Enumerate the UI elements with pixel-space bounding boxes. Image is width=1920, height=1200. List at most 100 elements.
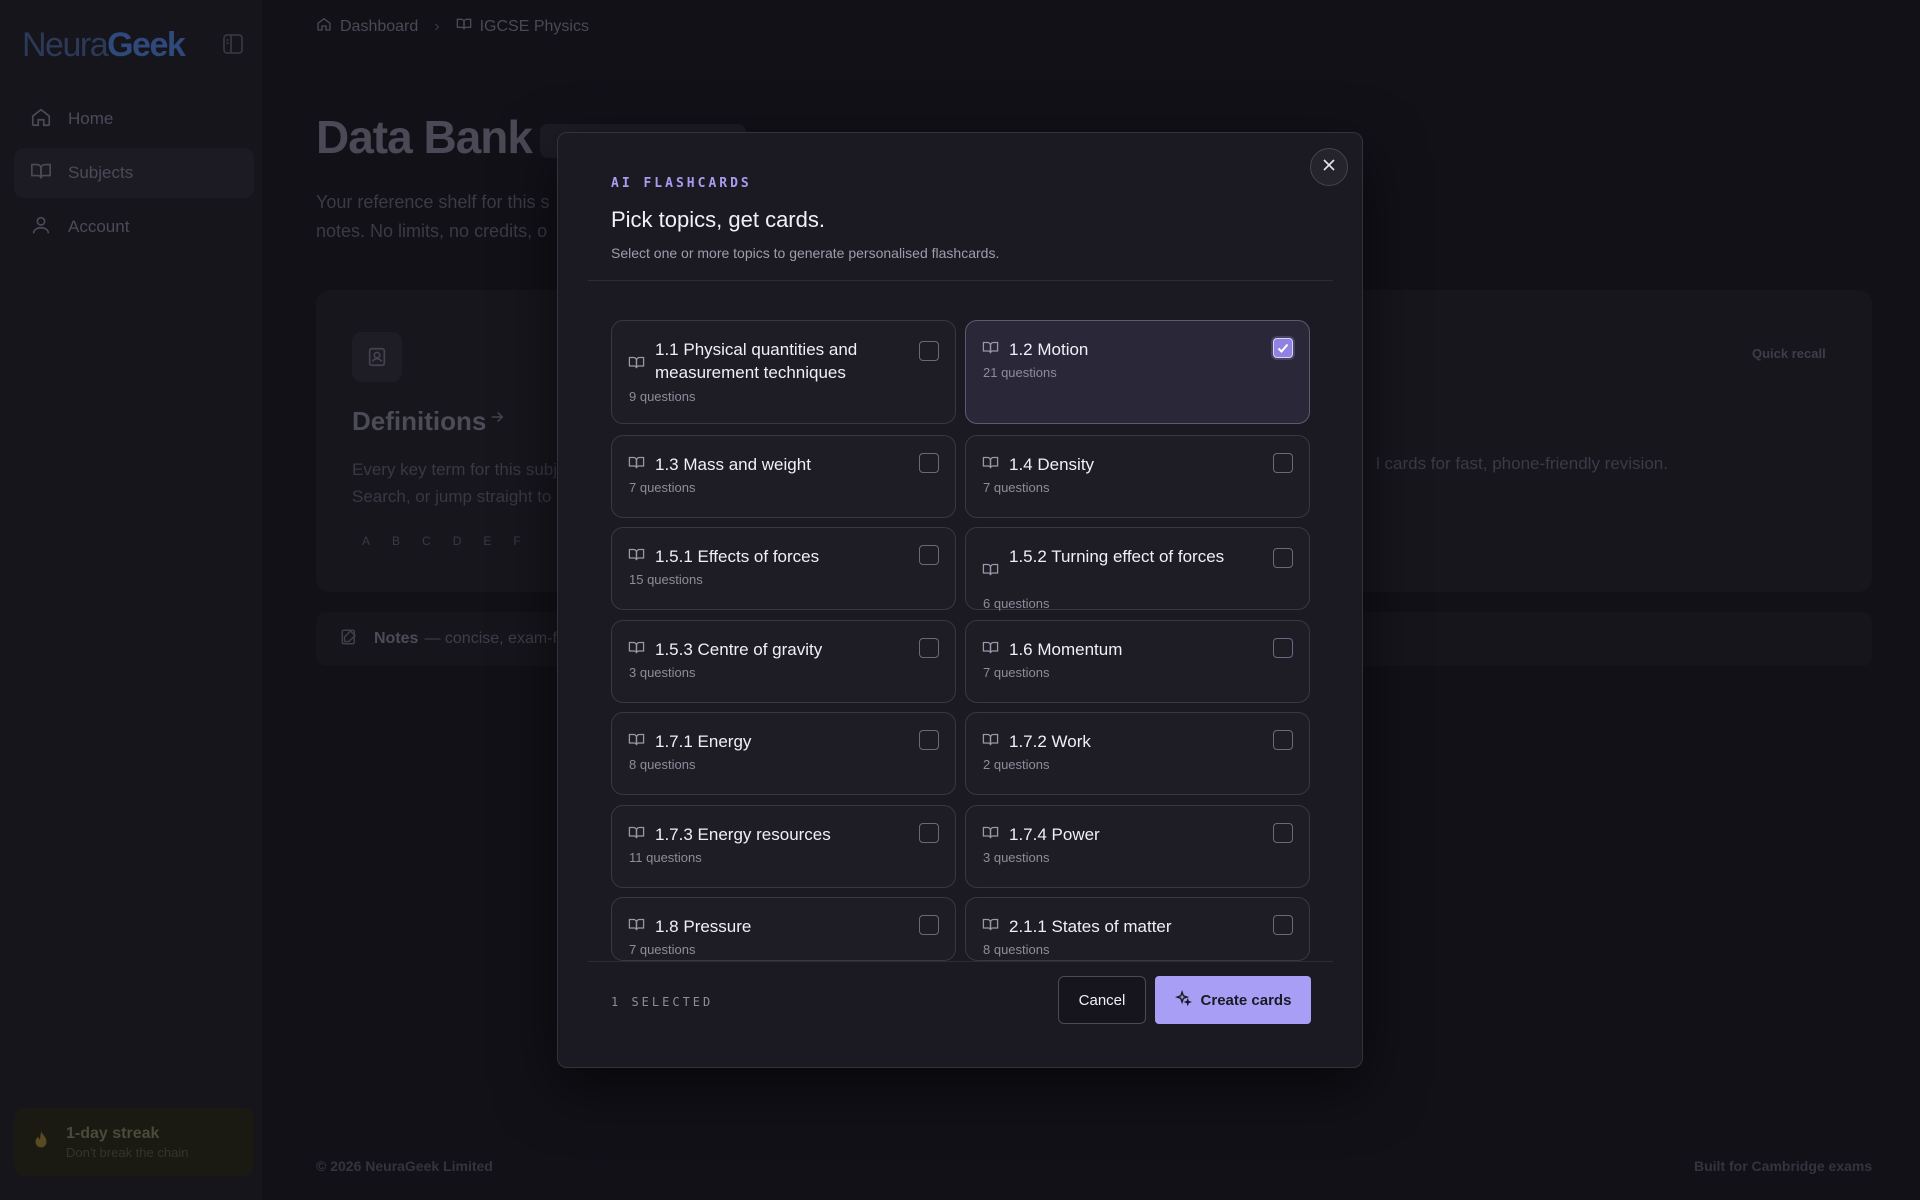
topic-card[interactable]: 2.1.1 States of matter 8 questions (965, 897, 1310, 961)
book-icon (628, 354, 645, 376)
create-cards-button[interactable]: Create cards (1155, 976, 1311, 1024)
home-icon (316, 16, 340, 37)
topic-card[interactable]: 1.7.2 Work 2 questions (965, 712, 1310, 795)
quick-recall-badge: Quick recall (1752, 346, 1826, 361)
definitions-text: Every key term for this subj Search, or … (352, 460, 558, 506)
topic-question-count: 21 questions (983, 365, 1057, 380)
topic-checkbox[interactable] (1273, 453, 1293, 473)
book-icon (628, 916, 645, 938)
sidebar-item-label: Account (68, 217, 130, 236)
topic-card[interactable]: 1.7.4 Power 3 questions (965, 805, 1310, 888)
topic-name: 1.5.1 Effects of forces (655, 547, 820, 566)
topic-name: 1.5.3 Centre of gravity (655, 640, 823, 659)
topic-card[interactable]: 1.5.3 Centre of gravity 3 questions (611, 620, 956, 703)
topic-checkbox[interactable] (1273, 338, 1293, 358)
topic-checkbox[interactable] (1273, 548, 1293, 568)
topic-question-count: 3 questions (983, 850, 1050, 865)
sidebar-item-home[interactable]: Home (14, 94, 254, 144)
topic-checkbox[interactable] (1273, 638, 1293, 658)
sidebar-nav: Home Subjects Account (14, 94, 254, 256)
topic-checkbox[interactable] (919, 545, 939, 565)
sidebar-item-subjects[interactable]: Subjects (14, 148, 254, 198)
book-icon (982, 639, 999, 661)
topic-name: 1.8 Pressure (655, 917, 752, 936)
divider (588, 280, 1333, 281)
book-icon (982, 916, 999, 938)
topic-checkbox[interactable] (1273, 915, 1293, 935)
book-icon (982, 454, 999, 476)
alphabet-index: A B C D E F (362, 534, 521, 548)
topic-checkbox[interactable] (919, 823, 939, 843)
logo-part-geek: Geek (107, 26, 186, 64)
sidebar-item-label: Home (68, 109, 114, 128)
topic-card[interactable]: 1.7.1 Energy 8 questions (611, 712, 956, 795)
alphabet-letter[interactable]: F (513, 534, 520, 548)
topic-name: 1.5.2 Turning effect of forces (1009, 547, 1225, 566)
alphabet-letter[interactable]: E (483, 534, 491, 548)
topic-name: 1.7.4 Power (1009, 825, 1100, 844)
sidebar-item-label: Subjects (68, 163, 134, 182)
sidebar-collapse-icon[interactable] (222, 33, 244, 55)
page-description: Your reference shelf for this s notes. N… (316, 192, 550, 241)
topic-card[interactable]: 1.8 Pressure 7 questions (611, 897, 956, 961)
modal-title: Pick topics, get cards. (611, 207, 825, 232)
notes-text: — concise, exam-fo (424, 630, 566, 647)
topic-card[interactable]: 1.3 Mass and weight 7 questions (611, 435, 956, 518)
definitions-title: Definitions (352, 406, 487, 436)
book-icon (628, 639, 645, 661)
topic-card[interactable]: 1.7.3 Energy resources 11 questions (611, 805, 956, 888)
book-icon (628, 731, 645, 753)
topic-question-count: 8 questions (983, 942, 1050, 957)
edit-icon (340, 628, 358, 651)
check-icon (1276, 341, 1290, 355)
notes-label: Notes (374, 630, 419, 647)
sidebar-item-account[interactable]: Account (14, 202, 254, 252)
user-icon (30, 214, 68, 241)
topic-checkbox[interactable] (1273, 823, 1293, 843)
book-icon (456, 16, 480, 37)
topic-question-count: 11 questions (629, 850, 702, 865)
book-icon (982, 561, 999, 583)
book-icon (982, 339, 999, 361)
sidebar: NeuraGeek Home Subjects Account 1-day st… (0, 0, 262, 1200)
alphabet-letter[interactable]: B (392, 534, 400, 548)
topic-card[interactable]: 1.5.2 Turning effect of forces 6 question… (965, 527, 1310, 611)
quick-recall-text: l cards for fast, phone-friendly revisio… (1376, 454, 1668, 473)
topic-card[interactable]: 1.6 Momentum 7 questions (965, 620, 1310, 703)
close-icon (1322, 158, 1336, 177)
alphabet-letter[interactable]: A (362, 534, 370, 548)
topic-question-count: 7 questions (629, 480, 696, 495)
close-button[interactable] (1310, 148, 1348, 186)
breadcrumb: Dashboard › IGCSE Physics (316, 16, 589, 37)
topic-question-count: 15 questions (629, 572, 703, 587)
topic-checkbox[interactable] (919, 638, 939, 658)
topic-question-count: 7 questions (983, 665, 1050, 680)
book-icon (982, 731, 999, 753)
selected-count: 1 SELECTED (611, 995, 714, 1009)
modal-subtitle: Select one or more topics to generate pe… (611, 245, 1000, 261)
book-icon (628, 824, 645, 846)
topic-checkbox[interactable] (1273, 730, 1293, 750)
topic-card[interactable]: 1.1 Physical quantities and measurement … (611, 320, 956, 424)
topic-name: 1.7.3 Energy resources (655, 825, 831, 844)
topic-checkbox[interactable] (919, 453, 939, 473)
topic-checkbox[interactable] (919, 730, 939, 750)
topic-card[interactable]: 1.2 Motion 21 questions (965, 320, 1310, 424)
alphabet-letter[interactable]: C (422, 534, 431, 548)
create-cards-label: Create cards (1200, 991, 1292, 1009)
topic-card[interactable]: 1.5.1 Effects of forces 15 questions (611, 527, 956, 610)
cancel-button[interactable]: Cancel (1058, 976, 1146, 1024)
topic-card[interactable]: 1.4 Density 7 questions (965, 435, 1310, 518)
page-title: Data Bank (316, 111, 533, 163)
topic-question-count: 3 questions (629, 665, 696, 680)
breadcrumb-dashboard[interactable]: Dashboard (340, 18, 418, 36)
logo[interactable]: NeuraGeek (22, 26, 186, 65)
topic-checkbox[interactable] (919, 341, 939, 361)
divider (588, 961, 1333, 962)
streak-card[interactable]: 1-day streak Don't break the chain (14, 1108, 254, 1176)
topic-checkbox[interactable] (919, 915, 939, 935)
topic-question-count: 2 questions (983, 757, 1050, 772)
alphabet-letter[interactable]: D (453, 534, 462, 548)
contact-book-icon (352, 332, 402, 382)
breadcrumb-subject[interactable]: IGCSE Physics (480, 18, 589, 36)
